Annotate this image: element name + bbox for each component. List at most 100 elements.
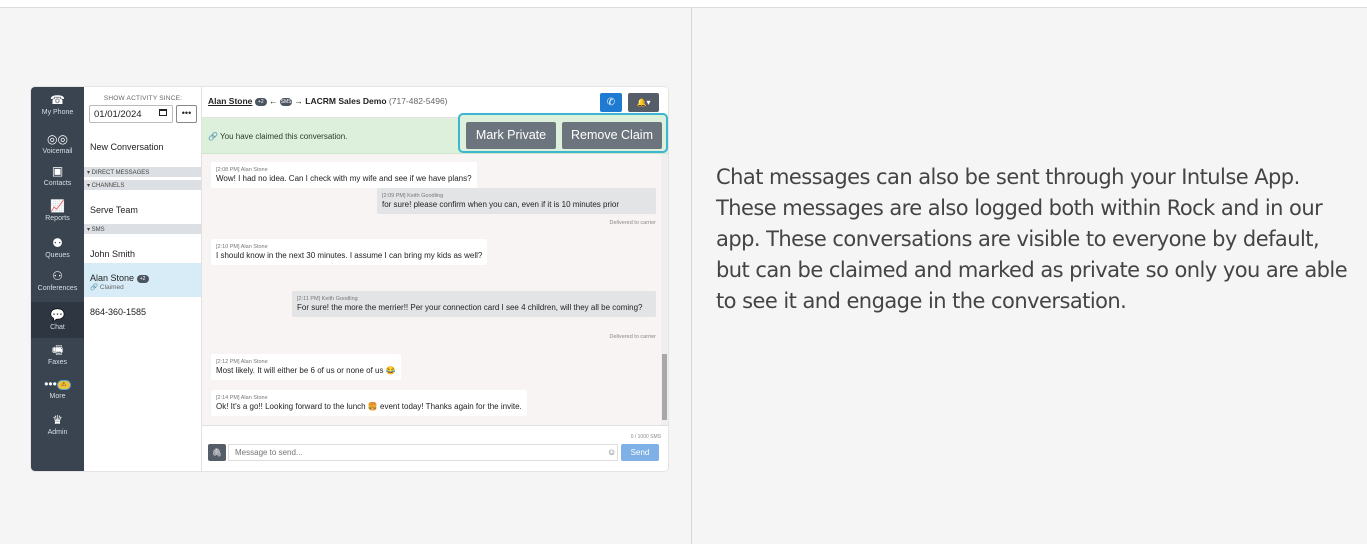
claim-message: 🔗 You have claimed this conversation.	[208, 132, 347, 141]
message-text: Wow! I had no idea. Can I check with my …	[216, 174, 472, 183]
rail-label: Voicemail	[42, 148, 73, 155]
message-meta: [2:09 PM] Keith Goodling	[382, 193, 444, 199]
contacts-icon: ▣	[51, 164, 64, 178]
more-icon: •••	[44, 377, 57, 391]
phone-icon: ☎	[50, 93, 65, 107]
direct-messages-header[interactable]: ▾ DIRECT MESSAGES	[84, 167, 201, 177]
message-input[interactable]	[228, 444, 618, 461]
arrow-left-icon: ←	[269, 96, 278, 106]
queues-icon: ⚉	[52, 236, 63, 250]
rail-item-voicemail[interactable]: ◎◎ Voicemail	[31, 132, 84, 160]
conversation-name: Alan Stone	[90, 273, 135, 283]
message-text: for sure! please confirm when you can, e…	[382, 200, 619, 209]
rail-item-chat[interactable]: 💬 Chat	[31, 302, 84, 338]
sms-header[interactable]: ▾ SMS	[84, 224, 201, 234]
notifications-button[interactable]: 🔔▾	[628, 93, 659, 112]
delivery-status: Delivered to carrier	[609, 220, 656, 226]
message-incoming: [2:10 PM] Alan Stone I should know in th…	[211, 239, 488, 265]
message-meta: [2:10 PM] Alan Stone	[216, 244, 268, 250]
remove-claim-button[interactable]: Remove Claim	[562, 122, 662, 149]
thread-scrollbar[interactable]	[661, 154, 668, 425]
attach-button[interactable]: 🖇	[208, 444, 226, 461]
conversation-serve-team[interactable]: Serve Team	[90, 205, 138, 215]
rail-label: My Phone	[41, 109, 74, 116]
rail-label: Queues	[45, 252, 70, 259]
message-meta: [2:14 PM] Alan Stone	[216, 395, 268, 401]
rail-item-faxes[interactable]: 🖷 Faxes	[31, 343, 84, 371]
conversation-phone-number[interactable]: 864-360-1585	[90, 307, 146, 317]
column-divider	[691, 8, 692, 544]
message-outgoing: [2:11 PM] Keith Goodling For sure! the m…	[292, 291, 656, 317]
target-line-phone: (717-482-5496)	[388, 96, 448, 106]
rail-label: Reports	[45, 215, 70, 222]
claim-message-text: You have claimed this conversation.	[220, 132, 348, 141]
voicemail-icon: ◎◎	[47, 132, 68, 146]
message-meta: [2:12 PM] Alan Stone	[216, 359, 268, 365]
message-composer: 0 / 1000 SMS 🖇 ☺ Send	[202, 425, 668, 471]
paperclip-icon: 🖇	[211, 448, 223, 457]
crown-icon: ♛	[52, 413, 63, 427]
feature-description: Chat messages can also be sent through y…	[716, 165, 1348, 313]
warning-icon: ⚠	[56, 379, 71, 390]
conversation-alan-stone[interactable]: Alan Stone +2	[90, 273, 149, 283]
rail-label: Faxes	[47, 359, 68, 366]
rail-label: Admin	[47, 429, 68, 436]
nav-rail: ☎ My Phone ◎◎ Voicemail ▣ Contacts 📈 Rep…	[31, 87, 84, 471]
rail-item-conferences[interactable]: ⚇ Conferences	[31, 269, 84, 297]
conversation-john-smith[interactable]: John Smith	[90, 249, 135, 259]
delivery-status: Delivered to carrier	[609, 334, 656, 340]
conferences-icon: ⚇	[52, 269, 63, 283]
fax-icon: 🖷	[51, 343, 64, 357]
activity-since-label: SHOW ACTIVITY SINCE:	[103, 95, 183, 102]
call-button[interactable]: ✆	[600, 93, 622, 112]
message-text: Most likely. It will either be 6 of us o…	[216, 366, 396, 375]
participant-count-badge: +2	[136, 274, 149, 283]
rail-item-reports[interactable]: 📈 Reports	[31, 199, 84, 227]
message-thread: [2:08 PM] Alan Stone Wow! I had no idea.…	[202, 154, 661, 425]
participant-count-badge: +2	[254, 97, 267, 106]
chat-title: Alan Stone +2 ← SMS → LACRM Sales Demo (…	[208, 96, 448, 106]
claimed-label: Claimed	[99, 284, 124, 291]
conversation-list: SHOW ACTIVITY SINCE: 01/01/2024 ••• New …	[84, 87, 202, 471]
message-text: I should know in the next 30 minutes. I …	[216, 251, 483, 260]
claim-icon: 🔗	[90, 284, 99, 291]
message-meta: [2:11 PM] Keith Goodling	[297, 296, 358, 302]
rail-item-contacts[interactable]: ▣ Contacts	[31, 164, 84, 192]
rail-item-my-phone[interactable]: ☎ My Phone	[31, 93, 84, 121]
claimed-status: 🔗 Claimed	[90, 283, 124, 291]
channels-header[interactable]: ▾ CHANNELS	[84, 180, 201, 190]
message-text: Ok! It's a go!! Looking forward to the l…	[216, 402, 522, 411]
send-button[interactable]: Send	[621, 444, 659, 461]
rail-item-admin[interactable]: ♛ Admin	[31, 413, 84, 441]
rail-label: Contacts	[43, 180, 72, 187]
claim-actions-highlight: Mark Private Remove Claim	[458, 113, 668, 153]
message-incoming: [2:12 PM] Alan Stone Most likely. It wil…	[211, 354, 401, 380]
chat-icon: 💬	[50, 308, 65, 322]
target-line-name: LACRM Sales Demo	[305, 96, 387, 106]
more-options-button[interactable]: •••	[176, 105, 197, 123]
claim-icon: 🔗	[208, 132, 218, 141]
new-conversation-button[interactable]: New Conversation	[90, 142, 164, 152]
message-incoming: [2:14 PM] Alan Stone Ok! It's a go!! Loo…	[211, 390, 527, 416]
rail-item-queues[interactable]: ⚉ Queues	[31, 236, 84, 264]
message-outgoing: [2:09 PM] Keith Goodling for sure! pleas…	[377, 188, 656, 214]
bell-icon: 🔔▾	[636, 98, 651, 107]
rail-label: More	[49, 393, 66, 400]
reports-icon: 📈	[50, 199, 65, 213]
sms-badge: SMS	[280, 97, 293, 106]
rail-label: Conferences	[37, 285, 78, 292]
calendar-icon[interactable]	[159, 109, 167, 116]
date-value: 01/01/2024	[94, 109, 142, 120]
page-top-bar	[0, 0, 1367, 8]
rail-label: Chat	[50, 324, 65, 331]
mark-private-button[interactable]: Mark Private	[466, 122, 556, 149]
contact-name-link[interactable]: Alan Stone	[208, 96, 252, 106]
phone-icon: ✆	[606, 97, 616, 108]
activity-date-input[interactable]: 01/01/2024	[89, 105, 173, 123]
arrow-right-icon: →	[294, 96, 303, 106]
message-meta: [2:08 PM] Alan Stone	[216, 167, 268, 173]
message-incoming: [2:08 PM] Alan Stone Wow! I had no idea.…	[211, 162, 477, 188]
scroll-thumb[interactable]	[662, 354, 667, 420]
emoji-icon[interactable]: ☺	[607, 447, 616, 457]
rail-item-more[interactable]: ••• ⚠ More	[31, 377, 84, 405]
